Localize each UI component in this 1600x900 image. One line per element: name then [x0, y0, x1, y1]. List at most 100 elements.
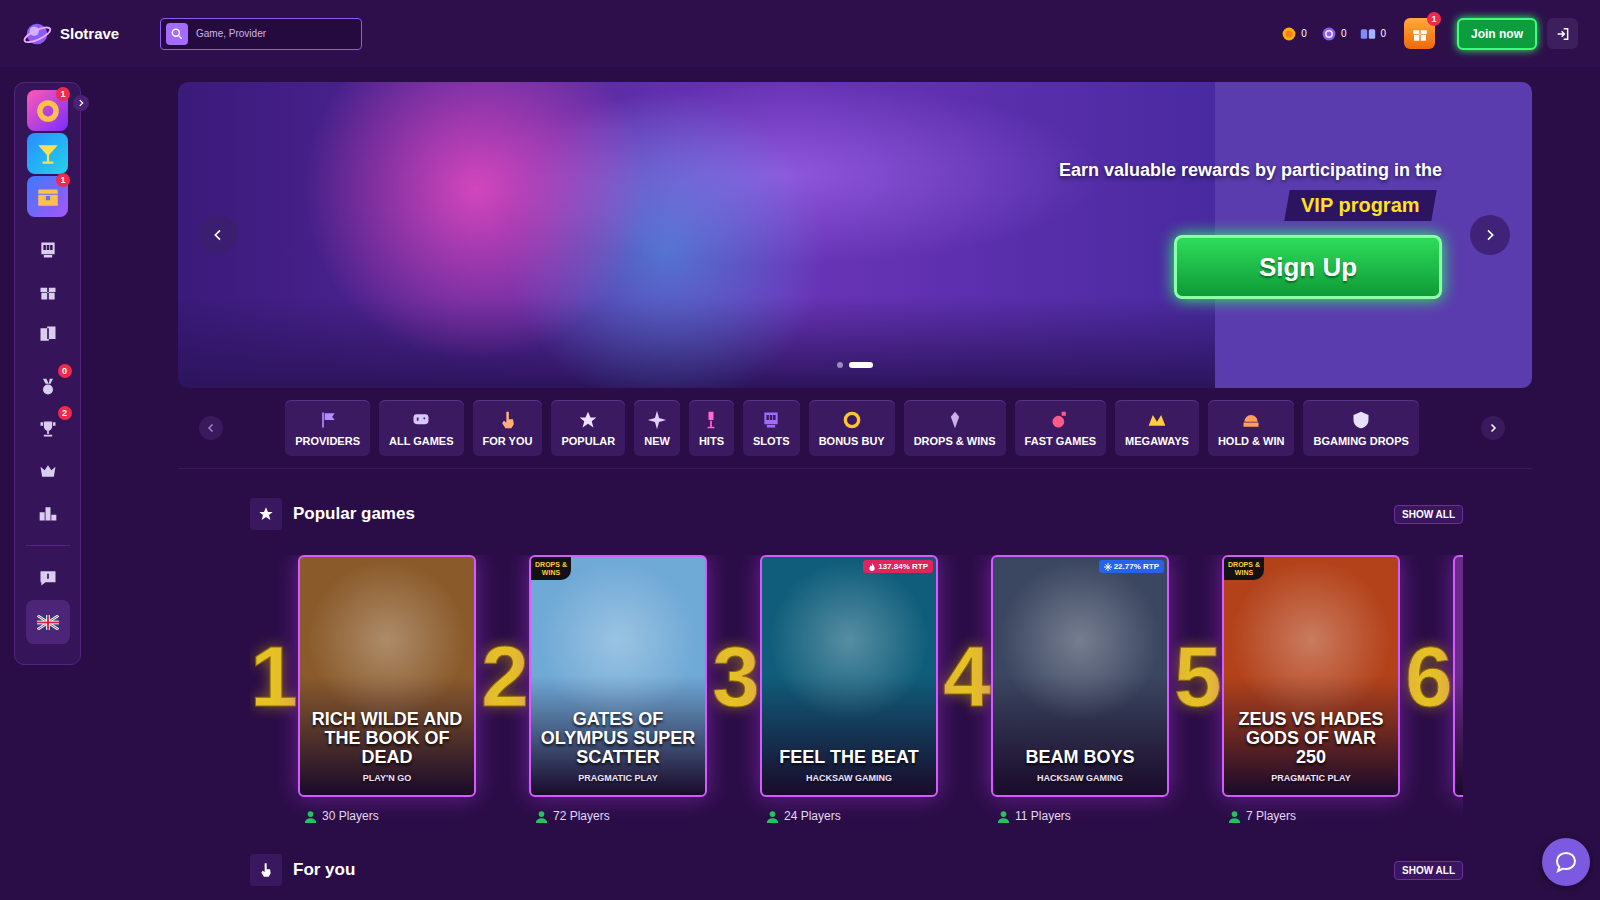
- category-tab[interactable]: SLOTS: [743, 400, 800, 456]
- fast_games-icon: [1050, 410, 1070, 430]
- live-chat-button[interactable]: [1542, 838, 1590, 886]
- crown-icon: [38, 461, 58, 481]
- game-provider: PRAGMATIC PLAY: [1271, 773, 1351, 783]
- rank-number: 1: [250, 633, 298, 719]
- expand-sidebar-button[interactable]: [73, 95, 89, 111]
- sidebar-item[interactable]: 1: [27, 90, 68, 131]
- sidebar-item[interactable]: [26, 600, 70, 644]
- casino-page: Slotrave 0 0 0 1 Join now 1 1 0 2 Earn v…: [0, 0, 1600, 900]
- top-bar: Slotrave 0 0 0 1 Join now: [0, 0, 1600, 67]
- game-card[interactable]: DROPS & WINS GATES OF OLYMPUS SUPER SCAT…: [529, 555, 707, 797]
- sidebar-divider: [26, 545, 70, 546]
- sidebar-item[interactable]: 2: [26, 409, 70, 449]
- category-tab[interactable]: FAST GAMES: [1015, 400, 1107, 456]
- gift-button[interactable]: 1: [1404, 18, 1435, 49]
- player-count: 7 Players: [1174, 809, 1405, 823]
- hits-icon: [701, 410, 721, 430]
- show-all-button[interactable]: SHOW ALL: [1394, 505, 1463, 524]
- rank-number: 3: [712, 633, 760, 719]
- game-provider: PLAY'N GO: [363, 773, 411, 783]
- section-header: For you SHOW ALL: [250, 853, 1463, 887]
- rtp-badge: 137.84% RTP: [863, 560, 933, 573]
- category-label: ALL GAMES: [389, 435, 454, 447]
- rtp-badge: 22.77% RTP: [1099, 560, 1164, 573]
- sidebar-item[interactable]: [26, 558, 70, 598]
- join-button[interactable]: Join now: [1457, 18, 1537, 50]
- notification-badge: 0: [58, 364, 72, 378]
- bgaming_drops-icon: [1351, 410, 1371, 430]
- category-tab[interactable]: BGAMING DROPS: [1303, 400, 1418, 456]
- category-tab[interactable]: POPULAR: [551, 400, 625, 456]
- scroll-left-button[interactable]: [199, 416, 223, 440]
- sidebar-item[interactable]: [27, 133, 68, 174]
- chest-icon: [35, 184, 61, 210]
- game-card[interactable]: [1453, 555, 1463, 797]
- sidebar-item[interactable]: [26, 230, 70, 270]
- sign-up-button[interactable]: Sign Up: [1174, 235, 1442, 299]
- category-tab[interactable]: PROVIDERS: [285, 400, 370, 456]
- game-card[interactable]: RICH WILDE AND THE BOOK OF DEAD PLAY'N G…: [298, 555, 476, 797]
- sidebar-item[interactable]: 0: [26, 367, 70, 407]
- previous-slide-button[interactable]: [198, 215, 238, 255]
- search-icon: [166, 23, 188, 45]
- category-tab[interactable]: NEW: [634, 400, 680, 456]
- player-icon: [997, 810, 1010, 823]
- category-tab[interactable]: ALL GAMES: [379, 400, 464, 456]
- free-spin-icon: [1321, 26, 1337, 42]
- logo[interactable]: Slotrave: [22, 19, 160, 49]
- game-card[interactable]: 137.84% RTP FEEL THE BEAT HACKSAW GAMING: [760, 555, 938, 797]
- sidebar-item[interactable]: [26, 314, 70, 354]
- notification-badge: 2: [58, 406, 72, 420]
- login-icon: [1555, 26, 1571, 42]
- player-icon: [535, 810, 548, 823]
- category-bar: PROVIDERS ALL GAMES FOR YOU POPULAR NEW …: [178, 400, 1532, 456]
- category-tab[interactable]: MEGAWAYS: [1115, 400, 1199, 456]
- category-tab[interactable]: BONUS BUY: [809, 400, 895, 456]
- slide-indicators: [837, 362, 873, 368]
- sidebar-item[interactable]: [26, 272, 70, 312]
- category-label: DROPS & WINS: [914, 435, 996, 447]
- category-label: POPULAR: [561, 435, 615, 447]
- search-input[interactable]: [194, 27, 355, 40]
- category-tab[interactable]: FOR YOU: [473, 400, 543, 456]
- drops-wins-badge: DROPS & WINS: [1224, 557, 1264, 580]
- sidebar-item[interactable]: [26, 493, 70, 533]
- game-title: FEEL THE BEAT: [779, 748, 918, 767]
- login-button[interactable]: [1547, 18, 1578, 49]
- category-tab[interactable]: DROPS & WINS: [904, 400, 1006, 456]
- coin-icon: [1281, 26, 1297, 42]
- ranked-game: 1 RICH WILDE AND THE BOOK OF DEAD PLAY'N…: [250, 555, 481, 823]
- balance-counter[interactable]: 0: [1321, 26, 1347, 42]
- category-label: NEW: [644, 435, 670, 447]
- balance-counter[interactable]: 0: [1281, 26, 1307, 42]
- category-label: BGAMING DROPS: [1313, 435, 1408, 447]
- next-slide-button[interactable]: [1470, 215, 1510, 255]
- category-label: HITS: [699, 435, 724, 447]
- ranked-game: 4 22.77% RTP BEAM BOYS HACKSAW GAMING 11…: [943, 555, 1174, 823]
- game-card[interactable]: DROPS & WINS ZEUS VS HADES GODS OF WAR 2…: [1222, 555, 1400, 797]
- balance-value: 0: [1301, 28, 1307, 39]
- slide-dot[interactable]: [849, 362, 873, 368]
- game-card[interactable]: 22.77% RTP BEAM BOYS HACKSAW GAMING: [991, 555, 1169, 797]
- balance-counter[interactable]: 0: [1360, 26, 1386, 42]
- game-provider: PRAGMATIC PLAY: [578, 773, 658, 783]
- player-icon: [766, 810, 779, 823]
- sidebar-item[interactable]: 1: [27, 176, 68, 217]
- scroll-right-button[interactable]: [1481, 416, 1505, 440]
- chevron-right-icon: [1487, 422, 1499, 434]
- notification-badge: 1: [56, 87, 70, 101]
- vip-program-label: VIP program: [1285, 190, 1437, 221]
- chevron-right-icon: [76, 98, 86, 108]
- section-header: Popular games SHOW ALL: [250, 497, 1463, 531]
- slide-dot[interactable]: [837, 362, 843, 368]
- category-tab[interactable]: HOLD & WIN: [1208, 400, 1295, 456]
- chevron-left-icon: [210, 227, 226, 243]
- category-label: PROVIDERS: [295, 435, 360, 447]
- show-all-button[interactable]: SHOW ALL: [1394, 861, 1463, 880]
- snowflake-icon: [1104, 563, 1112, 571]
- category-tab[interactable]: HITS: [689, 400, 734, 456]
- chevron-left-icon: [205, 422, 217, 434]
- sidebar-item[interactable]: [26, 451, 70, 491]
- podium-icon: [38, 503, 58, 523]
- search-field[interactable]: [160, 18, 362, 50]
